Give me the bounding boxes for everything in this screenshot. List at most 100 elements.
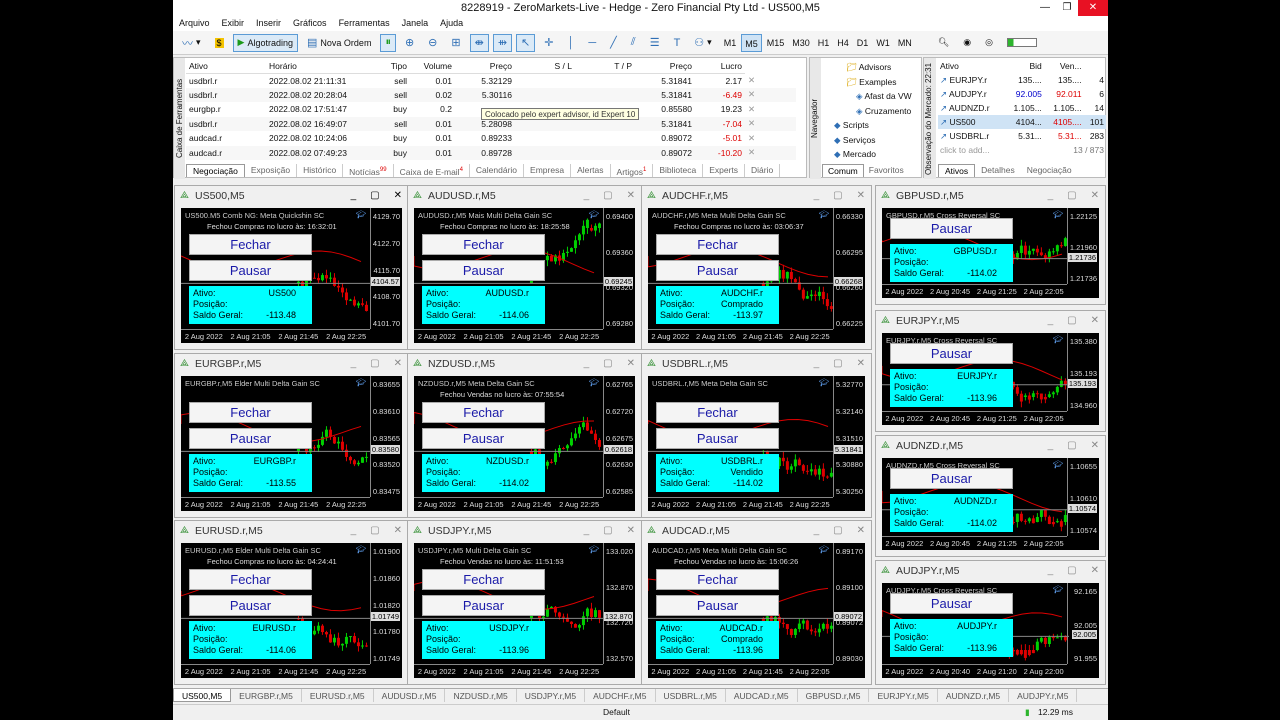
close-trades-button[interactable]: Fechar	[422, 402, 545, 423]
chart-tab[interactable]: USDJPY.r,M5	[517, 689, 586, 702]
timeframe-w1[interactable]: W1	[873, 34, 893, 52]
close-icon[interactable]: ✕	[1078, 0, 1108, 16]
close-position-icon[interactable]: ✕	[745, 102, 796, 117]
minimize-icon[interactable]: _	[1048, 436, 1054, 456]
toolbox-tab[interactable]: Notícias99	[343, 164, 394, 177]
minimize-icon[interactable]: _	[1048, 311, 1054, 331]
maximize-icon[interactable]: ▢	[833, 186, 842, 206]
chart-plot[interactable]: GBPUSD.r,M5 Cross Reversal SC 🎓︎ 1.22125 1.…	[882, 208, 1099, 298]
close-position-icon[interactable]: ✕	[745, 131, 796, 146]
toolbox-tab[interactable]: Negociação	[186, 164, 245, 177]
pause-button[interactable]: Pausar	[422, 260, 545, 281]
close-icon[interactable]: ✕	[394, 521, 402, 541]
close-icon[interactable]: ✕	[627, 521, 635, 541]
chart-window[interactable]: ⟁ AUDNZD.r,M5 _ ▢ ✕ AUDNZD.r,M5 Cross Reversa…	[875, 435, 1106, 557]
chart-plot[interactable]: USDJPY.r,M5 Multi Delta Gain SC 🎓︎ Fechou …	[414, 543, 635, 678]
close-trades-button[interactable]: Fechar	[656, 569, 779, 590]
crosshair-button[interactable]: ✛	[539, 34, 558, 52]
navigator-item[interactable]: ◈ Cruzamento	[824, 104, 922, 118]
toolbox-tab[interactable]: Diário	[745, 164, 781, 177]
toolbox-tab[interactable]: Experts	[703, 164, 746, 177]
column-header[interactable]: Horário	[266, 59, 350, 74]
mw-column-header[interactable]: Ven...	[1044, 59, 1084, 73]
column-header[interactable]: Tipo	[350, 59, 410, 74]
chart-title-bar[interactable]: ⟁ EURUSD.r,M5 _ ▢ ✕	[175, 521, 408, 541]
pause-button[interactable]: Pausar	[890, 343, 1013, 364]
column-header[interactable]: Preço	[455, 59, 515, 74]
close-position-icon[interactable]: ✕	[745, 116, 796, 131]
maximize-icon[interactable]: ▢	[603, 354, 612, 374]
text-button[interactable]: T	[669, 34, 686, 52]
toolbox-tab[interactable]: Empresa	[524, 164, 572, 177]
timeframe-h4[interactable]: H4	[834, 34, 852, 52]
chart-tab[interactable]: AUDJPY.r,M5	[1009, 689, 1078, 702]
maximize-icon[interactable]: ▢	[370, 521, 379, 541]
column-header[interactable]: Volume	[410, 59, 455, 74]
minimize-icon[interactable]: _	[814, 521, 820, 541]
chart-window[interactable]: ⟁ AUDCHF.r,M5 _ ▢ ✕ AUDCHF.r,M5 Meta Multi De…	[641, 185, 872, 350]
chart-window[interactable]: ⟁ AUDUSD.r,M5 _ ▢ ✕ AUDUSD.r,M5 Mais Multi De…	[407, 185, 642, 350]
timeframe-m1[interactable]: M1	[721, 34, 740, 52]
chart-plot[interactable]: US500.M5 Comb NG: Meta Quickshin SC 🎓︎ Fec…	[181, 208, 402, 343]
minimize-icon[interactable]: _	[814, 186, 820, 206]
trendline-button[interactable]: ╱	[605, 34, 622, 52]
chart-plot[interactable]: AUDCHF.r,M5 Meta Multi Delta Gain SC 🎓︎ Fe…	[648, 208, 865, 343]
close-position-icon[interactable]: ✕	[745, 73, 796, 88]
close-position-icon[interactable]: ✕	[745, 145, 796, 160]
chart-title-bar[interactable]: ⟁ NZDUSD.r,M5 _ ▢ ✕	[408, 354, 641, 374]
chart-plot[interactable]: EURJPY.r,M5 Cross Reversal SC 🎓︎ 135.380 13…	[882, 333, 1099, 425]
toolbox-tab[interactable]: Histórico	[297, 164, 344, 177]
maximize-icon[interactable]: ▢	[370, 186, 379, 206]
close-icon[interactable]: ✕	[627, 354, 635, 374]
pause-button[interactable]: Pausar	[189, 428, 312, 449]
close-icon[interactable]: ✕	[627, 186, 635, 206]
close-trades-button[interactable]: Fechar	[189, 234, 312, 255]
pause-button[interactable]: Pausar	[656, 595, 779, 616]
column-header[interactable]: Preço	[635, 59, 695, 74]
chart-window[interactable]: ⟁ EURUSD.r,M5 _ ▢ ✕ EURUSD.r,M5 Elder Multi D…	[174, 520, 409, 685]
hline-button[interactable]: ─	[583, 34, 601, 52]
mw-column-header[interactable]	[1084, 59, 1106, 73]
mw-tab[interactable]: Detalhes	[975, 164, 1021, 177]
column-header[interactable]: S / L	[515, 59, 575, 74]
chart-plot[interactable]: AUDJPY.r,M5 Cross Reversal SC 🎓︎ 92.165 92.…	[882, 583, 1099, 678]
chart-title-bar[interactable]: ⟁ EURGBP.r,M5 _ ▢ ✕	[175, 354, 408, 374]
maximize-icon[interactable]: ▢	[1067, 561, 1076, 581]
fibo-button[interactable]: ☰	[645, 34, 665, 52]
chart-title-bar[interactable]: ⟁ AUDCHF.r,M5 _ ▢ ✕	[642, 186, 871, 206]
toolbox-tab[interactable]: Artigos1	[611, 164, 654, 177]
minimize-icon[interactable]: _	[584, 354, 590, 374]
click-to-add[interactable]: click to add...	[938, 143, 1044, 157]
chart-title-bar[interactable]: ⟁ AUDUSD.r,M5 _ ▢ ✕	[408, 186, 641, 206]
maximize-icon[interactable]: ▢	[1067, 311, 1076, 331]
mw-row[interactable]: ↗ AUDJPY.r 92.005 92.011 6	[938, 87, 1106, 101]
chart-tab[interactable]: NZDUSD.r,M5	[445, 689, 517, 702]
chart-window[interactable]: ⟁ AUDCAD.r,M5 _ ▢ ✕ AUDCAD.r,M5 Meta Multi De…	[641, 520, 872, 685]
pause-button[interactable]: Pausar	[189, 595, 312, 616]
close-icon[interactable]: ✕	[1091, 561, 1099, 581]
chart-window[interactable]: ⟁ NZDUSD.r,M5 _ ▢ ✕ NZDUSD.r,M5 Meta Delta Ga…	[407, 353, 642, 518]
chart-title-bar[interactable]: ⟁ USDJPY.r,M5 _ ▢ ✕	[408, 521, 641, 541]
column-header[interactable]: Ativo	[186, 59, 266, 74]
chart-title-bar[interactable]: ⟁ EURJPY.r,M5 _ ▢ ✕	[876, 311, 1105, 331]
mw-row[interactable]: ↗ USDBRL.r 5.31... 5.31... 283	[938, 129, 1106, 143]
mw-tab[interactable]: Ativos	[938, 164, 976, 177]
navigator-tab[interactable]: Comum	[822, 164, 864, 177]
wallet-button[interactable]: $	[210, 34, 229, 52]
navigator-item[interactable]: ◆ Serviços	[824, 133, 922, 147]
maximize-icon[interactable]: ▢	[833, 354, 842, 374]
maximize-icon[interactable]: ▢	[603, 186, 612, 206]
pause-button[interactable]: Pausar	[890, 468, 1013, 489]
mw-row[interactable]: ↗ US500 4104... 4105.... 101	[938, 115, 1106, 129]
autoscroll-button[interactable]: ⇼	[469, 33, 489, 52]
toolbox-tab[interactable]: Exposição	[245, 164, 298, 177]
mw-column-header[interactable]: Ativo	[938, 59, 1004, 73]
menu-item[interactable]: Ferramentas	[339, 16, 390, 31]
menu-item[interactable]: Janela	[402, 16, 429, 31]
chart-title-bar[interactable]: ⟁ USDBRL.r,M5 _ ▢ ✕	[642, 354, 871, 374]
chart-plot[interactable]: NZDUSD.r,M5 Meta Delta Gain SC 🎓︎ Fechou V…	[414, 376, 635, 511]
navigator-item[interactable]: ◈ Afast da VW	[824, 89, 922, 103]
chart-plot[interactable]: EURGBP.r,M5 Elder Multi Delta Gain SC 🎓︎ 0…	[181, 376, 402, 511]
chart-tab[interactable]: USDBRL.r,M5	[656, 689, 726, 702]
chart-plot[interactable]: AUDCAD.r,M5 Meta Multi Delta Gain SC 🎓︎ Fe…	[648, 543, 865, 678]
